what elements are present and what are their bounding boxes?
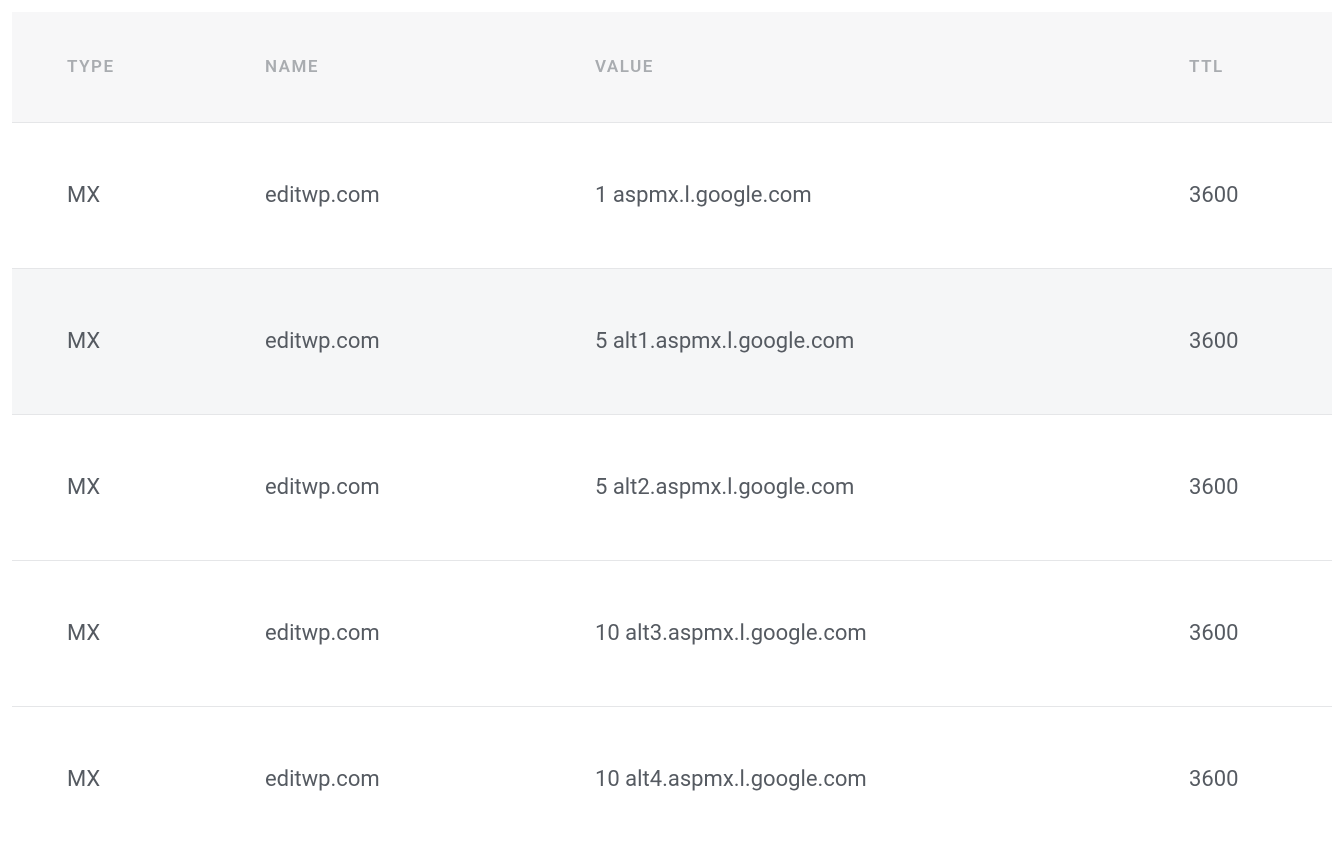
cell-ttl: 3600 bbox=[1134, 415, 1332, 561]
cell-name: editwp.com bbox=[210, 561, 540, 707]
cell-ttl: 3600 bbox=[1134, 123, 1332, 269]
cell-type: MX bbox=[12, 707, 210, 853]
cell-ttl: 3600 bbox=[1134, 561, 1332, 707]
cell-type: MX bbox=[12, 269, 210, 415]
table-row[interactable]: MXeditwp.com10 alt4.aspmx.l.google.com36… bbox=[12, 707, 1332, 853]
cell-value: 5 alt1.aspmx.l.google.com bbox=[540, 269, 1134, 415]
cell-type: MX bbox=[12, 415, 210, 561]
cell-name: editwp.com bbox=[210, 123, 540, 269]
header-value: VALUE bbox=[540, 12, 1134, 123]
table-row[interactable]: MXeditwp.com10 alt3.aspmx.l.google.com36… bbox=[12, 561, 1332, 707]
cell-value: 10 alt3.aspmx.l.google.com bbox=[540, 561, 1134, 707]
cell-value: 10 alt4.aspmx.l.google.com bbox=[540, 707, 1134, 853]
table-row[interactable]: MXeditwp.com5 alt1.aspmx.l.google.com360… bbox=[12, 269, 1332, 415]
table-row[interactable]: MXeditwp.com1 aspmx.l.google.com3600 bbox=[12, 123, 1332, 269]
cell-name: editwp.com bbox=[210, 707, 540, 853]
table-row[interactable]: MXeditwp.com5 alt2.aspmx.l.google.com360… bbox=[12, 415, 1332, 561]
cell-ttl: 3600 bbox=[1134, 707, 1332, 853]
cell-value: 1 aspmx.l.google.com bbox=[540, 123, 1134, 269]
header-name: NAME bbox=[210, 12, 540, 123]
cell-name: editwp.com bbox=[210, 269, 540, 415]
cell-type: MX bbox=[12, 123, 210, 269]
cell-ttl: 3600 bbox=[1134, 269, 1332, 415]
header-ttl: TTL bbox=[1134, 12, 1332, 123]
table-header-row: TYPE NAME VALUE TTL bbox=[12, 12, 1332, 123]
header-type: TYPE bbox=[12, 12, 210, 123]
cell-name: editwp.com bbox=[210, 415, 540, 561]
table-body: MXeditwp.com1 aspmx.l.google.com3600MXed… bbox=[12, 123, 1332, 853]
dns-records-table: TYPE NAME VALUE TTL MXeditwp.com1 aspmx.… bbox=[12, 12, 1332, 852]
cell-type: MX bbox=[12, 561, 210, 707]
cell-value: 5 alt2.aspmx.l.google.com bbox=[540, 415, 1134, 561]
